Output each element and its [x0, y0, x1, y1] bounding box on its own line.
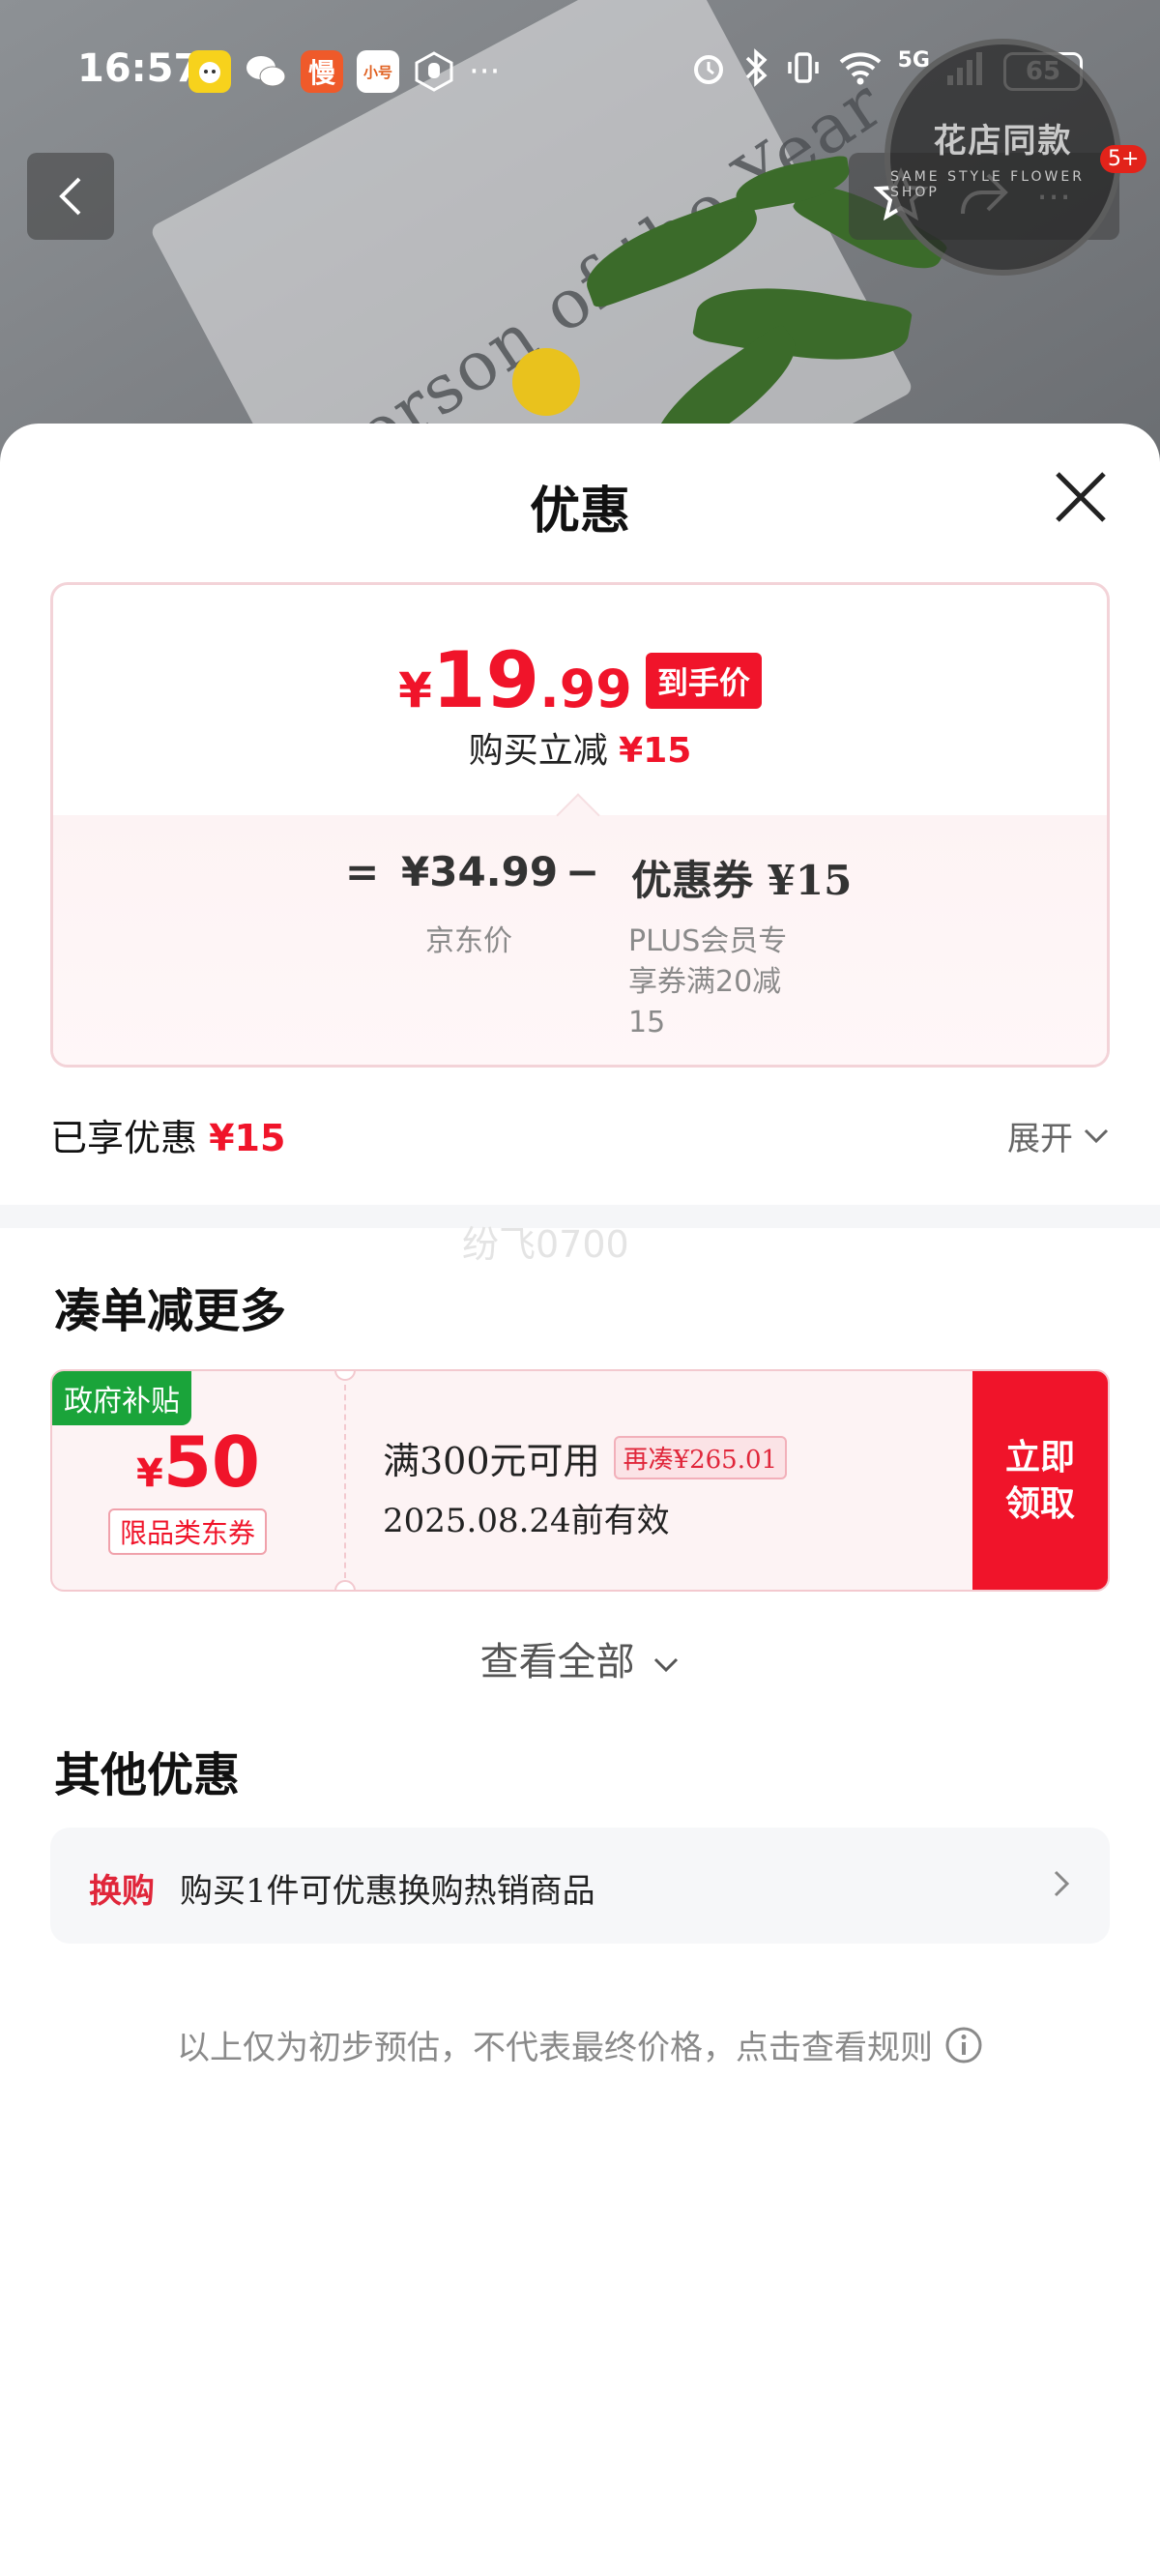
- stamp-title: 花店同款: [933, 122, 1073, 161]
- price-decimal: .99: [539, 659, 632, 719]
- instant-discount-amount: ¥15: [619, 731, 692, 771]
- wifi-icon: [838, 48, 883, 95]
- close-button[interactable]: [1054, 470, 1108, 524]
- disclaimer-text: 以上仅为初步预估，不代表最终价格，点击查看规则: [177, 2029, 933, 2067]
- coupon-caption-line: 享券满20减: [628, 965, 782, 999]
- status-app-icons: 慢 小号 ···: [188, 50, 500, 93]
- chevron-down-icon: [1084, 1128, 1109, 1143]
- chevron-right-icon: [1054, 1870, 1070, 1897]
- price-formula: = ¥34.99 − 优惠券 ¥15: [53, 848, 1107, 906]
- coupon-condition: 满300元可用: [383, 1440, 600, 1482]
- enjoyed-discount-row: 已享优惠 ¥15 展开: [50, 1108, 1110, 1166]
- coupon-divider: [344, 1385, 346, 1578]
- claim-label-line2: 领取: [1004, 1483, 1075, 1524]
- equals-sign: =: [345, 848, 380, 895]
- jd-price: ¥34.99: [401, 848, 559, 895]
- coupon-valid-date: 2025.08.24前有效: [383, 1502, 670, 1540]
- minus-sign: −: [566, 848, 600, 895]
- coupon-caption-line: 15: [628, 1006, 666, 1039]
- instant-discount: 购买立减 ¥15: [53, 722, 1107, 773]
- final-price-tag: 到手价: [645, 652, 762, 709]
- bluetooth-icon: [743, 48, 768, 95]
- sheet-title: 优惠: [529, 482, 630, 541]
- info-icon[interactable]: [944, 2026, 983, 2064]
- back-button[interactable]: [27, 153, 114, 240]
- swap-description: 购买1件可优惠换购热销商品: [180, 1872, 595, 1911]
- final-price-area: ¥ 19 .99 到手价 购买立减 ¥15: [53, 585, 1107, 815]
- other-section-title: 其他优惠: [54, 1748, 241, 1802]
- enjoyed-discount-label: 已享优惠: [50, 1117, 198, 1159]
- price-currency: ¥: [398, 662, 432, 718]
- coupon-deduction: 优惠券 ¥15: [631, 857, 853, 904]
- coupon-condition-row: 满300元可用 再凑¥265.01: [383, 1431, 788, 1484]
- coupon-value-area: 政府补贴 ¥50 限品类东券: [52, 1371, 344, 1590]
- coupon-value: 50: [162, 1421, 261, 1503]
- coupon-details: 满300元可用 再凑¥265.01 2025.08.24前有效: [383, 1431, 788, 1541]
- coupon-caption: PLUS会员专 享券满20减 15: [628, 922, 787, 1043]
- stamp-subtitle: SAME STYLE FLOWER SHOP: [890, 169, 1085, 200]
- watermark: 纷飞0700: [462, 1223, 629, 1266]
- jd-price-caption: 京东价: [425, 924, 512, 958]
- hand-icon: [413, 50, 455, 93]
- claim-coupon-button[interactable]: 立即 领取: [972, 1371, 1108, 1590]
- price-breakdown-card: ¥ 19 .99 到手价 购买立减 ¥15 = ¥34.99 − 优惠券 ¥15…: [50, 582, 1110, 1068]
- coupon-currency: ¥: [135, 1451, 163, 1496]
- instant-discount-label: 购买立减: [468, 731, 608, 771]
- kids-app-icon: [188, 50, 231, 93]
- vibrate-icon: [784, 48, 823, 95]
- yellow-flower: [512, 348, 580, 416]
- claim-label-line1: 立即: [1004, 1437, 1075, 1478]
- chevron-down-icon: [654, 1657, 679, 1673]
- coupon-amount: ¥50: [52, 1421, 344, 1503]
- swap-purchase-row[interactable]: 换购 购买1件可优惠换购热销商品: [50, 1828, 1110, 1944]
- final-price: ¥ 19 .99 到手价: [53, 635, 1107, 725]
- close-icon: [1056, 472, 1106, 522]
- notification-badge: 5+: [1100, 145, 1147, 173]
- see-all-button[interactable]: 查看全部: [0, 1630, 1160, 1686]
- swap-tag: 换购: [89, 1872, 155, 1911]
- expand-button[interactable]: 展开: [1007, 1112, 1110, 1159]
- man-app-icon: 慢: [301, 50, 343, 93]
- status-time: 16:57: [77, 46, 201, 91]
- coupon-need-more-badge: 再凑¥265.01: [613, 1436, 788, 1479]
- combine-section-title: 凑单减更多: [54, 1284, 287, 1338]
- coupon-caption-line: PLUS会员专: [628, 924, 788, 958]
- gov-subsidy-tag: 政府补贴: [52, 1371, 191, 1425]
- chevron-left-icon: [59, 177, 81, 216]
- alarm-icon: [689, 48, 728, 95]
- shop-stamp-logo: 花店同款 SAME STYLE FLOWER SHOP: [884, 39, 1121, 276]
- expand-label: 展开: [1007, 1120, 1073, 1158]
- discount-sheet: 优惠 ¥ 19 .99 到手价 购买立减 ¥15 = ¥34.99 − 优惠券 …: [0, 424, 1160, 2576]
- coupon-category-badge: 限品类东券: [108, 1508, 268, 1555]
- price-formula-area: = ¥34.99 − 优惠券 ¥15 京东价 PLUS会员专 享券满20减 15: [53, 815, 1107, 1065]
- price-integer: 19: [431, 635, 540, 725]
- coupon-card: 政府补贴 ¥50 限品类东券 满300元可用 再凑¥265.01 2025.08…: [50, 1369, 1110, 1592]
- coupon-notch: [334, 1580, 356, 1590]
- enjoyed-discount: 已享优惠 ¥15: [50, 1108, 285, 1161]
- xiaohao-app-icon: 小号: [357, 50, 399, 93]
- enjoyed-discount-amount: ¥15: [209, 1117, 286, 1159]
- more-notifications-icon: ···: [469, 52, 501, 91]
- see-all-label: 查看全部: [479, 1640, 635, 1684]
- wechat-icon: [245, 50, 287, 93]
- price-disclaimer[interactable]: 以上仅为初步预估，不代表最终价格，点击查看规则: [0, 2021, 1160, 2068]
